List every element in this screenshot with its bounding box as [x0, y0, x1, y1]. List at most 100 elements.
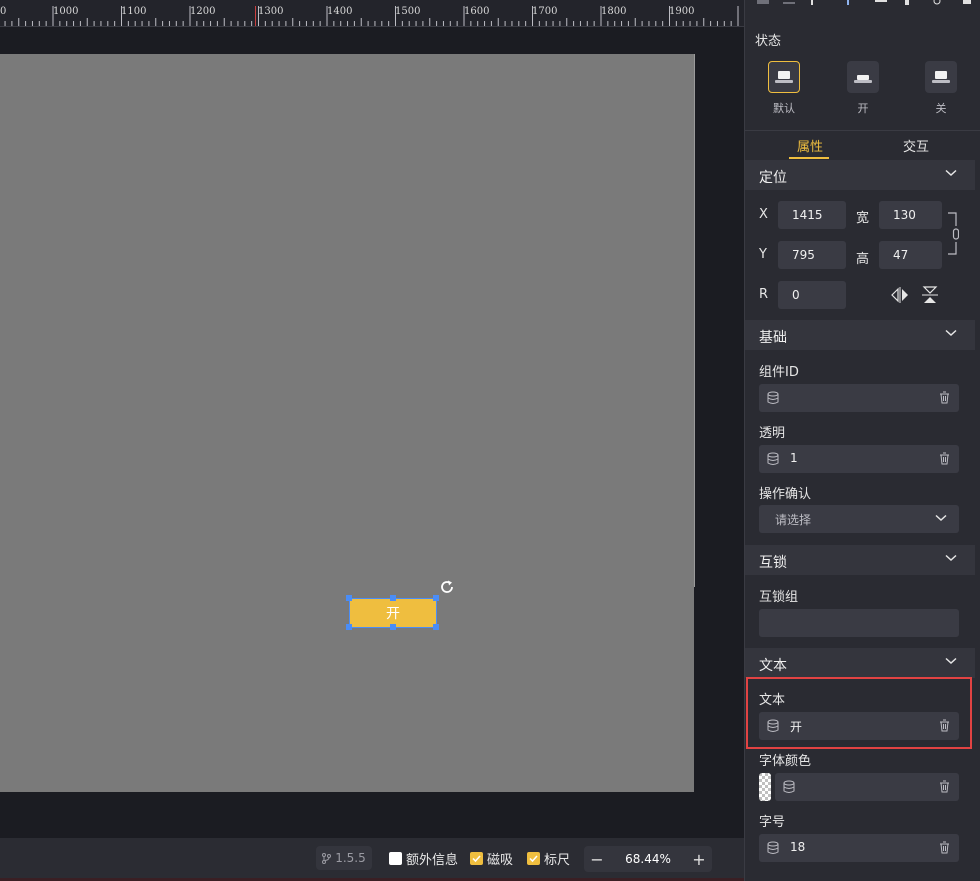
design-canvas[interactable]: [0, 54, 694, 792]
basic-section-header[interactable]: 基础: [745, 320, 975, 350]
top-toolbar-icons: [757, 0, 971, 5]
component-id-field[interactable]: [759, 384, 959, 412]
trash-icon[interactable]: [939, 719, 950, 732]
ruler-label: 1300: [258, 6, 284, 17]
ruler-label: 1100: [121, 6, 147, 17]
checkbox-unchecked-icon[interactable]: [389, 852, 402, 865]
version-badge: 1.5.5: [316, 846, 372, 870]
ruler-toggle[interactable]: 标尺: [527, 849, 570, 868]
snap-toggle[interactable]: 磁吸: [470, 849, 513, 868]
ruler-ticks: [4, 6, 739, 26]
text-field[interactable]: 开: [759, 712, 959, 740]
checkbox-checked-icon[interactable]: [470, 852, 483, 865]
font-size-field[interactable]: 18: [759, 834, 959, 862]
flip-horizontal-icon[interactable]: [891, 287, 909, 303]
interlock-group-label: 互锁组: [759, 590, 799, 605]
ruler-label: 1200: [190, 6, 216, 17]
text-label: 文本: [759, 693, 786, 708]
resize-handle-bottom[interactable]: [390, 624, 396, 630]
tab-properties[interactable]: 属性: [797, 136, 823, 155]
state-default-button[interactable]: [768, 61, 800, 93]
component-id-label: 组件ID: [759, 365, 799, 380]
text-section-title: 文本: [759, 658, 787, 674]
tab-interaction[interactable]: 交互: [903, 136, 929, 155]
ruler-label: 1400: [327, 6, 353, 17]
text-section-header[interactable]: 文本: [745, 648, 975, 678]
selected-button-text: 开: [386, 606, 400, 622]
text-value: 开: [790, 720, 803, 734]
ruler-label-text: 标尺: [544, 853, 571, 868]
height-label: 高: [856, 252, 870, 267]
database-icon: [767, 452, 779, 465]
ruler-label: 0: [0, 6, 7, 17]
database-icon: [767, 719, 779, 732]
x-label: X: [759, 207, 768, 222]
zoom-out-button[interactable]: −: [584, 850, 610, 869]
zoom-control: − 68.44% +: [584, 846, 712, 872]
y-input[interactable]: 795: [778, 241, 846, 269]
width-input[interactable]: 130: [879, 201, 942, 229]
properties-panel: 状态 默认 开 关 属性 交互 定位 X 1415 宽 130 Y 795 高 …: [744, 0, 980, 881]
basic-section-title: 基础: [759, 330, 787, 346]
opacity-field[interactable]: 1: [759, 445, 959, 473]
horizontal-ruler[interactable]: 0 1000 1100 1200 1300 1400 1500 1600 170…: [0, 0, 744, 27]
confirm-select[interactable]: 请选择: [759, 505, 959, 533]
chevron-down-icon: [945, 657, 957, 665]
panel-tabs: 属性 交互: [745, 130, 980, 159]
resize-handle-bottom-right[interactable]: [433, 624, 439, 630]
trash-icon[interactable]: [939, 780, 950, 793]
flip-vertical-icon[interactable]: [922, 286, 938, 304]
font-color-field[interactable]: [775, 773, 959, 801]
trash-icon[interactable]: [939, 452, 950, 465]
position-section-title: 定位: [759, 170, 787, 186]
resize-handle-top-left[interactable]: [346, 595, 352, 601]
chevron-down-icon: [945, 329, 957, 337]
resize-handle-bottom-left[interactable]: [346, 624, 352, 630]
interlock-section-header[interactable]: 互锁: [745, 545, 975, 575]
state-off-label: 关: [935, 102, 947, 115]
database-icon: [783, 780, 795, 793]
interlock-group-field[interactable]: [759, 609, 959, 637]
ruler-label: 1800: [601, 6, 627, 17]
font-size-label: 字号: [759, 815, 786, 830]
extra-info-toggle[interactable]: 额外信息: [389, 849, 458, 868]
x-input[interactable]: 1415: [778, 201, 846, 229]
rotation-input[interactable]: 0: [778, 281, 846, 309]
ruler-label: 1000: [53, 6, 79, 17]
aspect-lock-icon[interactable]: [947, 212, 959, 256]
snap-label: 磁吸: [487, 853, 514, 868]
height-input[interactable]: 47: [879, 241, 942, 269]
state-off-button[interactable]: [925, 61, 957, 93]
chevron-down-icon: [945, 554, 957, 562]
zoom-level[interactable]: 68.44%: [610, 852, 686, 866]
trash-icon[interactable]: [939, 841, 950, 854]
ruler-label: 1900: [669, 6, 695, 17]
state-on-button[interactable]: [847, 61, 879, 93]
trash-icon[interactable]: [939, 391, 950, 404]
checkbox-checked-icon[interactable]: [527, 852, 540, 865]
confirm-label: 操作确认: [759, 487, 812, 502]
workspace: 0 1000 1100 1200 1300 1400 1500 1600 170…: [0, 0, 744, 881]
state-on-label: 开: [857, 102, 869, 115]
font-size-value: 18: [790, 840, 806, 854]
confirm-placeholder: 请选择: [775, 513, 812, 527]
y-label: Y: [759, 247, 767, 262]
resize-handle-top[interactable]: [390, 595, 396, 601]
ruler-label: 1700: [532, 6, 558, 17]
active-tab-indicator: [789, 157, 829, 159]
state-section-title: 状态: [755, 34, 782, 49]
branch-icon: [322, 852, 332, 864]
version-text: 1.5.5: [335, 851, 366, 865]
ruler-cursor-marker: [255, 6, 256, 26]
button-state-icon: [775, 71, 793, 83]
position-section-header[interactable]: 定位: [745, 160, 975, 190]
state-default-label: 默认: [773, 102, 795, 115]
width-label: 宽: [856, 211, 870, 226]
button-state-icon: [932, 71, 950, 83]
button-state-icon: [854, 75, 872, 83]
canvas-edge: [694, 54, 695, 587]
rotate-icon[interactable]: [438, 578, 456, 596]
color-swatch[interactable]: [759, 773, 771, 801]
font-color-label: 字体颜色: [759, 754, 812, 769]
zoom-in-button[interactable]: +: [686, 850, 712, 869]
